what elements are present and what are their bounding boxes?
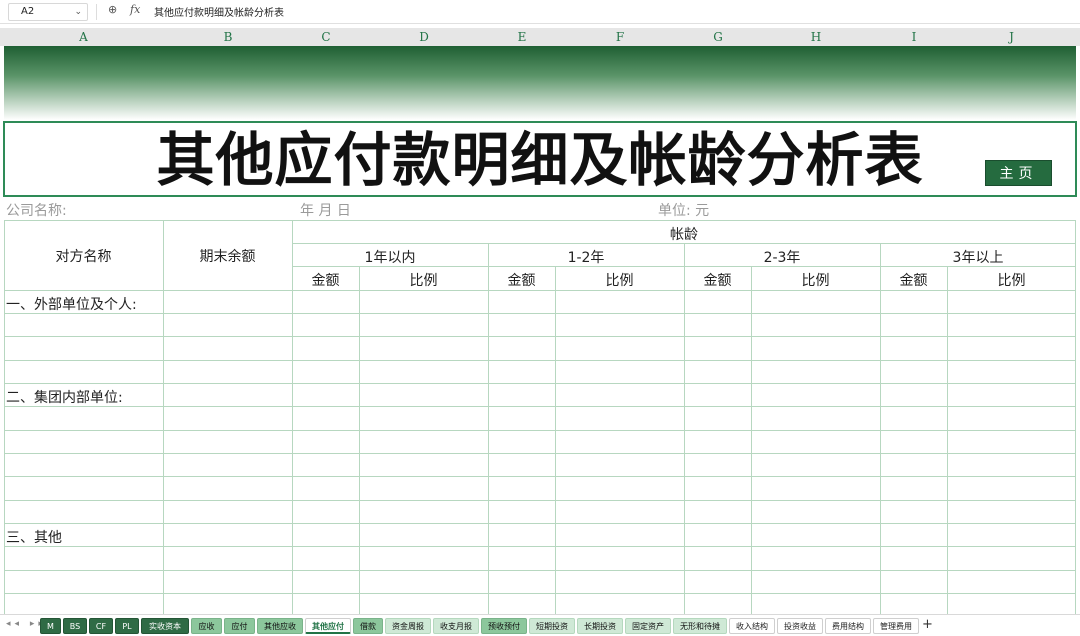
tab-advances[interactable]: 预收预付 [481,618,527,634]
column-header-e[interactable]: E [489,28,555,46]
column-header-h[interactable]: H [751,28,881,46]
section-external[interactable]: 一、外部单位及个人: [6,294,137,314]
date-label: 年 月 日 [300,203,351,219]
tab-payables[interactable]: 应付 [224,618,255,634]
section-internal[interactable]: 二、集团内部单位: [6,387,123,407]
tab-m[interactable]: M [40,618,61,634]
header-banner [4,46,1076,120]
add-sheet-button[interactable]: + [922,617,933,632]
tab-short-term-investment[interactable]: 短期投资 [529,618,575,634]
tab-intangibles-deferred[interactable]: 无形和待摊 [673,618,727,634]
column-header-c[interactable]: C [293,28,359,46]
header-amount[interactable]: 金额 [292,270,359,290]
column-header-f[interactable]: F [555,28,685,46]
tab-paid-in-capital[interactable]: 实收资本 [141,618,189,634]
tab-investment-income[interactable]: 投资收益 [777,618,823,634]
tab-cf[interactable]: CF [89,618,113,634]
unit-label: 单位: 元 [658,203,710,219]
column-header-j[interactable]: J [947,28,1076,46]
tab-bs[interactable]: BS [63,618,87,634]
formula-bar: A2 ⌄ ⊕ fx 其他应付款明细及帐龄分析表 [0,0,1080,24]
company-name-label: 公司名称: [6,203,67,219]
name-box-value: A2 [21,6,35,17]
name-box[interactable]: A2 ⌄ [8,3,88,21]
tab-other-payables[interactable]: 其他应付 [305,618,351,634]
tab-long-term-investment[interactable]: 长期投资 [577,618,623,634]
header-amount[interactable]: 金额 [684,270,751,290]
header-bucket-over-3y[interactable]: 3年以上 [880,247,1076,267]
header-ratio[interactable]: 比例 [555,270,684,290]
header-ratio[interactable]: 比例 [359,270,488,290]
formula-bar-divider [96,4,97,20]
section-other[interactable]: 三、其他 [6,527,62,547]
column-header-b[interactable]: B [163,28,293,46]
column-header-g[interactable]: G [685,28,751,46]
column-header-a[interactable]: A [4,28,163,46]
column-header-row: A B C D E F G H I J [0,28,1080,46]
tab-other-receivables[interactable]: 其他应收 [257,618,303,634]
header-ending-balance[interactable]: 期末余额 [163,246,292,266]
header-ratio[interactable]: 比例 [751,270,880,290]
header-aging[interactable]: 帐龄 [292,224,1076,244]
tab-monthly-cash[interactable]: 收支月报 [433,618,479,634]
zoom-icon[interactable]: ⊕ [108,3,117,16]
fx-icon[interactable]: fx [130,3,140,16]
header-amount[interactable]: 金额 [880,270,947,290]
header-counterparty[interactable]: 对方名称 [4,246,163,266]
tab-admin-expenses[interactable]: 管理费用 [873,618,919,634]
column-header-i[interactable]: I [881,28,947,46]
formula-input[interactable]: 其他应付款明细及帐龄分析表 [154,4,284,19]
tab-cost-structure[interactable]: 费用结构 [825,618,871,634]
column-header-d[interactable]: D [359,28,489,46]
tab-fixed-assets[interactable]: 固定资产 [625,618,671,634]
tab-revenue-structure[interactable]: 收入结构 [729,618,775,634]
chevron-down-icon[interactable]: ⌄ [74,4,82,20]
tab-pl[interactable]: PL [115,618,139,634]
tab-receivables[interactable]: 应收 [191,618,222,634]
header-amount[interactable]: 金额 [488,270,555,290]
header-bucket-2-3y[interactable]: 2-3年 [684,247,880,267]
home-button[interactable]: 主页 [985,160,1052,186]
tab-weekly-funds[interactable]: 资金周报 [385,618,431,634]
header-bucket-1-2y[interactable]: 1-2年 [488,247,684,267]
sheet-title: 其他应付款明细及帐龄分析表 [156,126,924,194]
tab-borrowings[interactable]: 借款 [353,618,383,634]
sheet-tab-bar: ◂◂ ▸▸ M BS CF PL 实收资本 应收 应付 其他应收 其他应付 借款… [0,614,1080,636]
header-ratio[interactable]: 比例 [947,270,1076,290]
header-bucket-within-1y[interactable]: 1年以内 [292,247,488,267]
